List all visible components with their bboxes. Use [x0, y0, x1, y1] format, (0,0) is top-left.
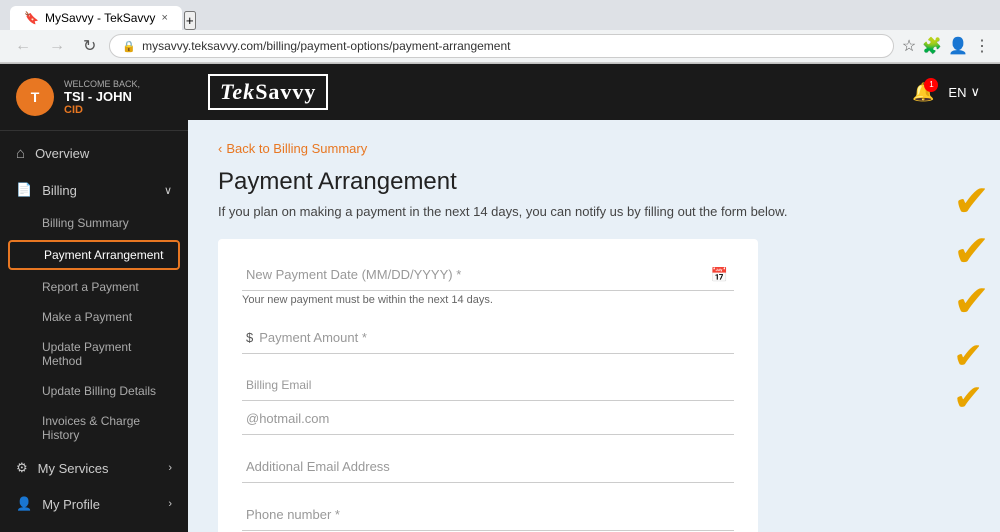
sidebar-item-view-usage[interactable]: 📊 View Usage › [0, 522, 188, 532]
new-tab-button[interactable]: + [184, 11, 196, 30]
logo-savvy: Savvy [255, 79, 316, 104]
services-icon: ⚙ [16, 460, 28, 476]
welcome-label: WELCOME BACK, [64, 79, 140, 89]
sidebar-item-payment-arrangement[interactable]: Payment Arrangement [8, 240, 180, 270]
date-input[interactable] [242, 259, 734, 291]
notification-bell[interactable]: 🔔 1 [912, 82, 934, 103]
date-hint: Your new payment must be within the next… [242, 294, 734, 306]
teksavvy-logo: TekSavvy [208, 74, 328, 110]
services-chevron-icon: › [168, 462, 172, 474]
toolbar-actions: ☆ 🧩 👤 ⋮ [902, 36, 990, 56]
amount-input-wrapper: $ [242, 322, 734, 354]
back-link-text: Back to Billing Summary [226, 141, 367, 156]
page-wrapper: T WELCOME BACK, TSI - JOHN CID ⌂ Overvie… [0, 64, 1000, 532]
sidebar-item-billing-summary[interactable]: Billing Summary [0, 208, 188, 238]
services-label: My Services [38, 461, 109, 476]
amount-input[interactable] [259, 330, 730, 345]
checkmark-2: ✔ [953, 230, 990, 274]
main-content: TekSavvy 🔔 1 EN ∨ ‹ Back to Billing Summ… [188, 64, 1000, 532]
sidebar-item-invoices[interactable]: Invoices & Charge History [0, 406, 188, 450]
billing-email-input[interactable] [242, 370, 734, 401]
refresh-button[interactable]: ↻ [78, 34, 101, 58]
billing-label: Billing [42, 183, 77, 198]
bookmark-icon[interactable]: ☆ [902, 36, 916, 56]
additional-email-input[interactable] [242, 451, 734, 483]
phone-field [242, 499, 734, 531]
language-label: EN [948, 85, 966, 100]
sidebar-item-report-payment[interactable]: Report a Payment [0, 272, 188, 302]
payment-arrangement-form: 📅 Your new payment must be within the ne… [218, 239, 758, 532]
lock-icon: 🔒 [122, 40, 136, 53]
extensions-icon[interactable]: 🧩 [922, 36, 942, 56]
sidebar: T WELCOME BACK, TSI - JOHN CID ⌂ Overvie… [0, 64, 188, 532]
calendar-icon: 📅 [711, 267, 728, 284]
cid-label: CID [64, 104, 140, 116]
checkmark-5: ✔ [953, 380, 990, 416]
billing-icon: 📄 [16, 182, 32, 198]
tab-title: MySavvy - TekSavvy [45, 11, 155, 25]
browser-chrome: 🔖 MySavvy - TekSavvy × + ← → ↻ 🔒 mysavvy… [0, 0, 1000, 64]
back-button[interactable]: ← [10, 35, 36, 57]
checkmark-1: ✔ [953, 180, 990, 224]
language-chevron-icon: ∨ [970, 84, 980, 100]
sidebar-item-my-profile[interactable]: 👤 My Profile › [0, 486, 188, 522]
date-field: 📅 Your new payment must be within the ne… [242, 259, 734, 306]
back-arrow-icon: ‹ [218, 141, 222, 156]
additional-email-field [242, 451, 734, 483]
billing-section: 📄 Billing ∨ Billing Summary Payment Arra… [0, 172, 188, 450]
overview-label: Overview [35, 146, 89, 161]
address-bar[interactable]: 🔒 mysavvy.teksavvy.com/billing/payment-o… [109, 34, 893, 58]
sidebar-nav: ⌂ Overview 📄 Billing ∨ Billing Summary P… [0, 131, 188, 532]
profile-chevron-icon: › [168, 498, 172, 510]
forward-button[interactable]: → [44, 35, 70, 57]
sidebar-item-update-payment-method[interactable]: Update Payment Method [0, 332, 188, 376]
sidebar-item-update-billing-details[interactable]: Update Billing Details [0, 376, 188, 406]
sidebar-user-info: WELCOME BACK, TSI - JOHN CID [64, 79, 140, 116]
profile-label: My Profile [42, 497, 100, 512]
page-title: Payment Arrangement [218, 168, 970, 196]
billing-submenu: Billing Summary Payment Arrangement Repo… [0, 208, 188, 450]
phone-input[interactable] [242, 499, 734, 531]
language-selector[interactable]: EN ∨ [948, 84, 980, 100]
content-area: ‹ Back to Billing Summary Payment Arrang… [188, 120, 1000, 532]
amount-field: $ [242, 322, 734, 354]
menu-icon[interactable]: ⋮ [974, 36, 990, 56]
sidebar-item-my-services[interactable]: ⚙ My Services › [0, 450, 188, 486]
sidebar-item-make-payment[interactable]: Make a Payment [0, 302, 188, 332]
browser-toolbar: ← → ↻ 🔒 mysavvy.teksavvy.com/billing/pay… [0, 30, 1000, 63]
url-text: mysavvy.teksavvy.com/billing/payment-opt… [142, 39, 881, 53]
dollar-sign: $ [246, 330, 253, 345]
home-icon: ⌂ [16, 145, 25, 162]
sidebar-header: T WELCOME BACK, TSI - JOHN CID [0, 64, 188, 131]
checkmarks-decoration: ✔ ✔ ✔ ✔ ✔ [953, 180, 990, 416]
back-link[interactable]: ‹ Back to Billing Summary [218, 141, 367, 156]
checkmark-4: ✔ [953, 338, 990, 374]
active-tab[interactable]: 🔖 MySavvy - TekSavvy × [10, 6, 182, 30]
tab-favicon: 🔖 [24, 11, 39, 25]
billing-email-value-input[interactable] [242, 403, 734, 435]
sidebar-item-billing[interactable]: 📄 Billing ∨ [0, 172, 188, 208]
billing-email-field [242, 370, 734, 435]
tab-close-button[interactable]: × [161, 12, 167, 24]
top-bar: TekSavvy 🔔 1 EN ∨ [188, 64, 1000, 120]
user-profile-icon[interactable]: 👤 [948, 36, 968, 56]
billing-chevron-icon: ∨ [164, 184, 172, 197]
page-description: If you plan on making a payment in the n… [218, 204, 970, 219]
checkmark-3: ✔ [953, 280, 990, 324]
sidebar-logo: T [16, 78, 54, 116]
user-name: TSI - JOHN [64, 89, 140, 104]
date-input-wrapper: 📅 [242, 259, 734, 291]
sidebar-item-overview[interactable]: ⌂ Overview [0, 135, 188, 172]
notification-badge: 1 [924, 78, 938, 92]
profile-icon: 👤 [16, 496, 32, 512]
logo-tek: Tek [220, 79, 255, 104]
tab-bar: 🔖 MySavvy - TekSavvy × + [0, 0, 1000, 30]
top-bar-right: 🔔 1 EN ∨ [912, 82, 980, 103]
